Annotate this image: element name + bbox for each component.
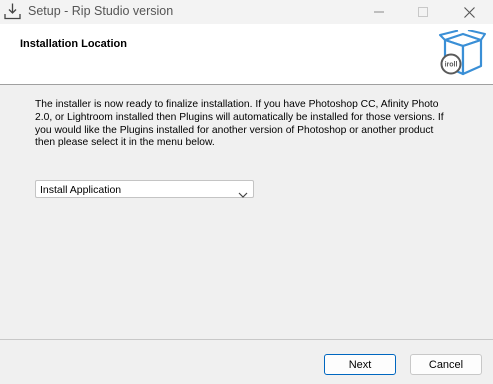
page-title: Installation Location (20, 38, 127, 50)
box-logo-text: iroll (445, 62, 458, 69)
close-icon (463, 6, 475, 18)
title-bar[interactable]: Setup - Rip Studio version (0, 0, 493, 24)
window-title: Setup - Rip Studio version (28, 4, 174, 18)
footer-divider (0, 339, 493, 340)
next-button[interactable]: Next (324, 354, 396, 375)
minimize-icon (374, 7, 384, 17)
maximize-button[interactable] (401, 0, 445, 24)
download-tray-icon (3, 2, 22, 21)
install-target-dropdown[interactable]: Install Application (35, 180, 254, 198)
minimize-button[interactable] (357, 0, 401, 24)
page-header: Installation Location iroll (0, 24, 493, 85)
maximize-icon (418, 7, 428, 17)
close-button[interactable] (447, 0, 491, 24)
installation-description: The installer is now ready to finalize i… (35, 99, 444, 149)
chevron-down-icon (238, 186, 248, 204)
dropdown-selected-value: Install Application (40, 184, 122, 196)
cancel-button[interactable]: Cancel (410, 354, 482, 375)
software-box-icon: iroll (437, 29, 487, 80)
